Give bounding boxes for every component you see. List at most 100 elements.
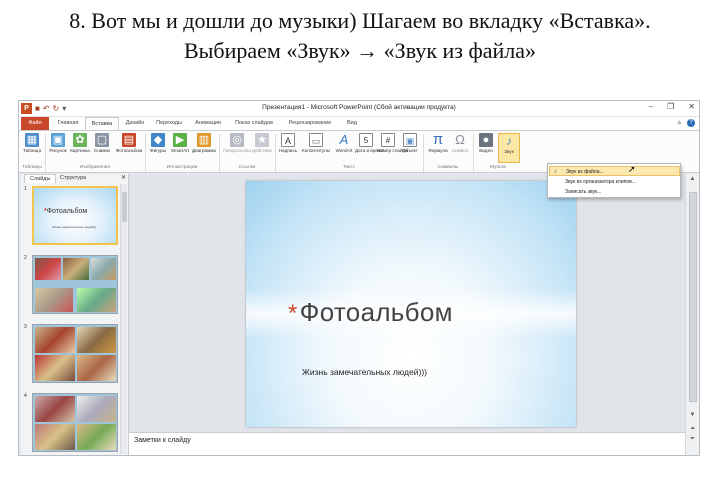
minimize-ribbon-icon[interactable]: ▵ <box>678 119 682 126</box>
group-illustrations: Иллюстрации <box>166 165 198 170</box>
tab-slides[interactable]: Слайды <box>24 174 57 183</box>
title-bar: P ■ ↶ ↻ ▾ Презентация1 - Microsoft Power… <box>19 101 699 117</box>
shapes-icon: ◆ <box>151 133 165 147</box>
panel-scrollbar[interactable] <box>120 184 127 454</box>
speaker-icon: ♪ <box>554 169 557 175</box>
vertical-scrollbar[interactable]: ▲ ▼ ⏶ ⏷ <box>685 174 699 455</box>
slide-thumbnail-2[interactable] <box>32 255 118 314</box>
tab-animation[interactable]: Анимация <box>189 117 227 130</box>
header-footer-icon: ▭ <box>309 133 323 147</box>
group-multimedia: Мульти <box>489 165 507 170</box>
slide-number: 4 <box>24 393 27 399</box>
menu-item-sound-from-clip-organizer[interactable]: Звук из организатора клипов... <box>549 177 680 187</box>
notes-placeholder: Заметки к слайду <box>134 437 191 444</box>
tab-outline[interactable]: Структура <box>55 174 91 183</box>
table-icon: ▦ <box>25 133 39 147</box>
slide-thumbnail-3[interactable] <box>32 324 118 383</box>
photo-collage <box>33 394 117 451</box>
tab-review[interactable]: Рецензирование <box>281 117 339 130</box>
tab-view[interactable]: Вид <box>341 117 363 130</box>
wordart-icon: A <box>339 132 349 147</box>
tab-transitions[interactable]: Переходы <box>151 117 187 130</box>
header-footer-button[interactable]: ▭ Колонтитулы <box>301 133 331 163</box>
photo-collage <box>33 256 117 313</box>
scrollbar-thumb[interactable] <box>689 192 697 402</box>
slide-editing-area: *Фотоальбом Жизнь замечательных людей))) <box>129 174 685 432</box>
window-controls: – ❐ ✕ <box>649 102 695 111</box>
clipart-icon: ✿ <box>73 133 87 147</box>
table-button[interactable]: ▦ Таблица <box>21 133 43 163</box>
shapes-button[interactable]: ◆ Фигуры <box>147 133 169 163</box>
sound-dropdown-menu: ♪ Звук из файла... Звук из организатора … <box>547 163 681 198</box>
datetime-icon: 5 <box>359 133 373 147</box>
symbol-icon: Ω <box>455 132 465 147</box>
smartart-button[interactable]: ▶ SmartArt <box>169 133 191 163</box>
photo-album-button[interactable]: ▤ Фотоальбом <box>115 133 143 163</box>
slide-thumbnail-1[interactable]: *Фотоальбом Жизнь замечательных людей))) <box>32 186 118 245</box>
chart-button[interactable]: ▥ Диаграмма <box>191 133 217 163</box>
formula-button[interactable]: π Формула <box>427 131 449 163</box>
ribbon-tabs: Файл Главная Вставка Дизайн Переходы Ани… <box>19 117 699 130</box>
tab-slideshow[interactable]: Показ слайдов <box>229 117 279 130</box>
scroll-up-icon[interactable]: ▲ <box>686 176 699 182</box>
action-button[interactable]: ★ Действие <box>251 133 273 163</box>
slide-subtitle[interactable]: Жизнь замечательных людей))) <box>302 367 427 377</box>
window-title: Презентация1 - Microsoft PowerPoint (Сбо… <box>262 104 456 111</box>
caption-line-2: Выбираем «Звук» → «Звук из файла» <box>183 38 537 63</box>
wordart-button[interactable]: A WordArt <box>333 133 355 163</box>
slide-thumbnail-4[interactable] <box>32 393 118 452</box>
datetime-button[interactable]: 5 Дата и время <box>355 133 384 163</box>
scroll-down-icon[interactable]: ▼ <box>686 412 699 418</box>
tab-file[interactable]: Файл <box>21 117 49 130</box>
thumb-title: Фотоальбом <box>46 208 88 215</box>
thumb-subtitle: Жизнь замечательных людей))) <box>52 225 97 229</box>
video-button[interactable]: ● Видео <box>475 133 497 163</box>
previous-slide-icon[interactable]: ⏶ <box>686 426 699 433</box>
mouse-cursor-icon: ➚ <box>628 164 636 174</box>
menu-item-record-sound[interactable]: Записать звук... <box>549 187 680 197</box>
next-slide-icon[interactable]: ⏷ <box>686 436 699 443</box>
close-panel-icon[interactable]: ✕ <box>121 174 126 183</box>
maximize-button[interactable]: ❐ <box>667 102 674 111</box>
notes-pane[interactable]: Заметки к слайду <box>129 432 685 455</box>
group-tables: Таблицы <box>22 165 42 170</box>
caption-line-1: 8. Вот мы и дошли до музыки) Шагаем во в… <box>69 8 651 33</box>
minimize-button[interactable]: – <box>649 102 653 111</box>
slide-number: 3 <box>24 324 27 330</box>
current-slide[interactable]: *Фотоальбом Жизнь замечательных людей))) <box>246 181 576 427</box>
sound-icon: ♪ <box>506 134 512 148</box>
menu-item-sound-from-file[interactable]: ♪ Звук из файла... <box>549 166 680 176</box>
video-icon: ● <box>479 133 493 147</box>
sound-button[interactable]: ♪ Звук <box>498 133 520 163</box>
action-icon: ★ <box>255 133 269 147</box>
symbol-button[interactable]: Ω Символ <box>449 133 471 163</box>
hyperlink-button[interactable]: ◎ Гиперссылка <box>223 133 251 163</box>
tab-design[interactable]: Дизайн <box>121 117 149 130</box>
clipart-button[interactable]: ✿ Картинка <box>69 133 91 163</box>
chart-icon: ▥ <box>197 133 211 147</box>
powerpoint-window: P ■ ↶ ↻ ▾ Презентация1 - Microsoft Power… <box>18 100 700 456</box>
object-icon: ▣ <box>403 133 417 147</box>
photo-album-icon: ▤ <box>122 133 136 147</box>
picture-icon: ▣ <box>51 133 65 147</box>
ribbon-controls: ▵ ? <box>678 118 695 127</box>
tab-insert[interactable]: Вставка <box>85 117 119 130</box>
group-images: Изображения <box>79 165 111 170</box>
panel-tabs: Слайды Структура ✕ <box>21 174 128 183</box>
smartart-icon: ▶ <box>173 133 187 147</box>
help-icon[interactable]: ? <box>687 119 695 127</box>
tab-home[interactable]: Главная <box>51 117 85 130</box>
slide-number: 2 <box>24 255 27 261</box>
group-symbols: Символы <box>437 165 459 170</box>
object-button[interactable]: ▣ Объект <box>399 133 421 163</box>
close-button[interactable]: ✕ <box>688 102 695 111</box>
formula-icon: π <box>432 131 444 148</box>
slide-number: 1 <box>24 186 27 192</box>
picture-button[interactable]: ▣ Рисунок <box>47 133 69 163</box>
textbox-button[interactable]: A Надпись <box>277 133 299 163</box>
textbox-icon: A <box>281 133 295 147</box>
slide-number-icon: # <box>381 133 395 147</box>
slide-title[interactable]: *Фотоальбом <box>288 297 453 328</box>
slide-number-button[interactable]: # Номер слайда <box>377 133 408 163</box>
screenshot-button[interactable]: ▢ Снимок <box>91 133 113 163</box>
